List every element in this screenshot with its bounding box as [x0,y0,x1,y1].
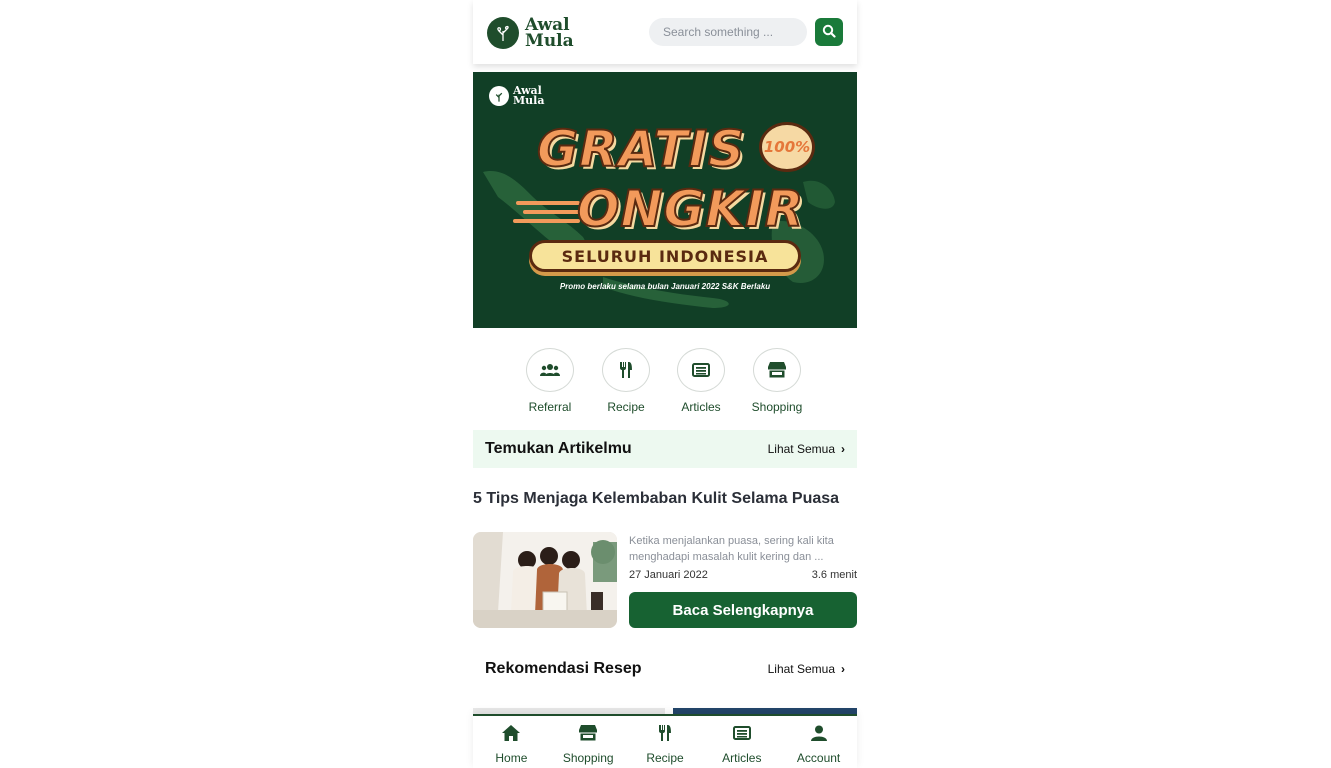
chevron-right-icon: › [841,662,845,676]
article-read-time: 3.6 menit [811,569,857,581]
nav-label: Account [796,751,841,765]
newspaper-icon [677,348,725,392]
search-button[interactable] [815,18,843,46]
nav-label: Articles [722,751,762,765]
newspaper-icon [732,725,751,746]
utensils-icon [602,348,650,392]
store-icon [579,725,598,746]
nav-account[interactable]: Account [780,716,857,768]
speed-lines-graphic [513,201,580,223]
section-title: Rekomendasi Resep [485,660,642,677]
nav-label: Home [495,751,528,765]
see-all-recipes-link[interactable]: Lihat Semua › [768,662,845,676]
nav-shopping[interactable]: Shopping [550,716,627,768]
nav-label: Shopping [562,751,614,765]
brand-name: Awal Mula [525,15,574,51]
banner-logo-text: Awal Mula [513,84,545,107]
see-all-label: Lihat Semua [767,442,835,456]
nav-home[interactable]: Home [473,716,550,768]
store-icon [753,348,801,392]
quick-menu-recipe[interactable]: Recipe [586,348,666,414]
see-all-label: Lihat Semua [767,662,835,676]
banner-logo: Awal Mula [489,84,545,107]
brand-logo[interactable]: Awal Mula [487,14,577,52]
nav-label: Recipe [646,751,684,765]
recipe-section-header: Rekomendasi Resep Lihat Semua › [473,650,857,688]
search-input[interactable] [649,18,807,46]
article-title[interactable]: 5 Tips Menjaga Kelembaban Kulit Selama P… [473,490,857,508]
top-header: Awal Mula [473,0,857,64]
articles-section-header: Temukan Artikelmu Lihat Semua › [473,430,857,468]
utensils-icon [658,725,672,746]
home-icon [502,725,521,746]
bottom-navigation: Home Shopping Recipe Articles Account [473,714,857,768]
banner-pill: SELURUH INDONESIA [529,240,801,272]
quick-menu-label: Articles [681,400,721,414]
article-date: 27 Januari 2022 [629,569,708,581]
banner-headline-2: ONGKIR [576,179,805,239]
quick-menu-label: Shopping [751,400,803,414]
banner-badge: 100% [759,122,815,172]
nav-articles[interactable]: Articles [703,716,780,768]
article-thumbnail[interactable] [473,532,617,628]
users-icon [526,348,574,392]
leaf-icon [487,17,519,49]
promo-banner[interactable]: Awal Mula GRATIS 100% ONGKIR SELURUH IND… [473,72,857,328]
leaf-icon [489,86,509,106]
user-icon [810,725,827,746]
quick-menu-label: Referral [528,400,572,414]
section-title: Temukan Artikelmu [485,440,632,457]
app-container: Awal Mula Awal Mula GRATIS [473,0,857,768]
article-excerpt: Ketika menjalankan puasa, sering kali ki… [629,535,834,563]
quick-menu-label: Recipe [607,400,645,414]
read-more-button[interactable]: Baca Selengkapnya [629,592,857,628]
nav-recipe[interactable]: Recipe [627,716,704,768]
quick-menu-articles[interactable]: Articles [661,348,741,414]
quick-menu-shopping[interactable]: Shopping [737,348,817,414]
chevron-right-icon: › [841,442,845,456]
search-icon [822,24,836,41]
banner-promo-text: Promo berlaku selama bulan Januari 2022 … [559,282,771,291]
quick-menu-referral[interactable]: Referral [510,348,590,414]
banner-headline-1: GRATIS [536,119,746,179]
see-all-articles-link[interactable]: Lihat Semua › [768,442,845,456]
article-meta: 27 Januari 2022 3.6 menit [629,569,857,581]
